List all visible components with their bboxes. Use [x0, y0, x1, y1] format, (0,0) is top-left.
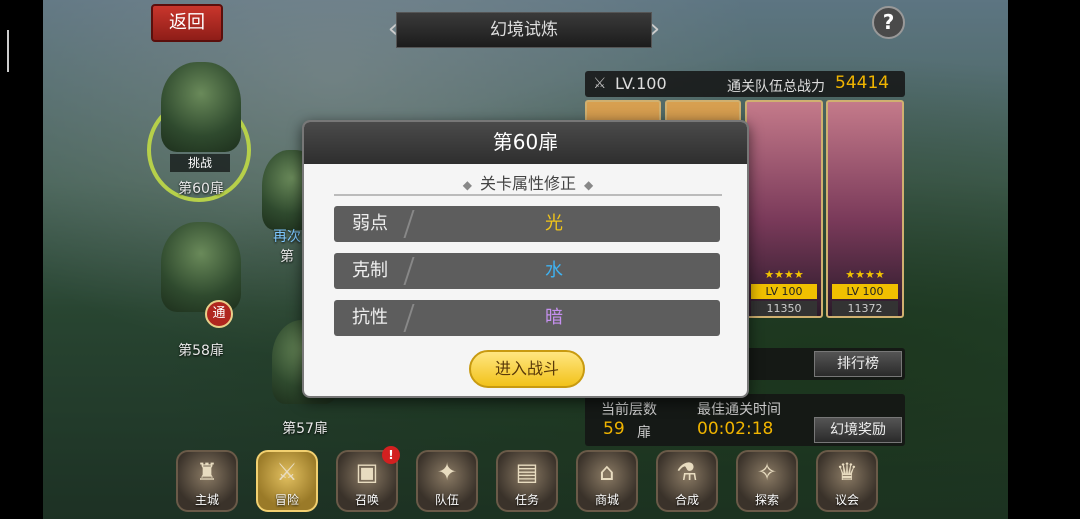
nav-council[interactable]: ♛ 议会	[816, 450, 878, 512]
nav-adventure[interactable]: ⚔ 冒险	[256, 450, 318, 512]
leaderboard-button[interactable]: 排行榜	[814, 351, 902, 377]
castle-icon: ♜	[196, 458, 218, 486]
notification-badge: !	[382, 446, 400, 464]
enter-battle-button[interactable]: 进入战斗	[469, 350, 585, 388]
nav-label: 议会	[834, 493, 859, 507]
nav-label: 商城	[594, 493, 619, 507]
best-time-label: 最佳通关时间	[697, 402, 781, 418]
dialog-title: 第60扉	[304, 122, 747, 164]
section-title: ◆ 关卡属性修正 ◆	[334, 172, 722, 196]
diamond-icon: ◆	[584, 178, 594, 192]
divider	[403, 257, 415, 285]
back-button[interactable]: 返回	[151, 4, 223, 42]
hero-card[interactable]: ★★★★ LV 100 11350	[745, 100, 823, 318]
shop-icon: ⌂	[599, 458, 615, 486]
nav-label: 主城	[194, 493, 219, 507]
reward-button[interactable]: 幻境奖励	[814, 417, 902, 443]
team-level: LV.100	[615, 74, 667, 93]
floor-value: 59	[603, 419, 625, 439]
team-power-value: 54414	[835, 73, 890, 93]
team-power-label: 通关队伍总战力	[727, 79, 825, 95]
nav-label: 召唤	[354, 493, 379, 507]
crossed-swords-icon: ⚔	[276, 458, 298, 486]
council-icon: ♛	[836, 458, 858, 486]
nav-main-city[interactable]: ♜ 主城	[176, 450, 238, 512]
nav-summon[interactable]: ▣ 召唤 !	[336, 446, 400, 512]
node-name: 第57扉	[282, 421, 328, 437]
attr-key: 克制	[352, 260, 388, 281]
node-name: 第58扉	[178, 343, 224, 359]
node-name: 第60扉	[178, 181, 224, 197]
attr-row-weakness: 弱点 光	[334, 206, 720, 242]
nav-explore[interactable]: ✧ 探索	[736, 450, 798, 512]
divider	[403, 304, 415, 332]
crossed-swords-icon: ⚔	[593, 74, 607, 92]
map-node-58[interactable]: 第58扉	[158, 222, 244, 360]
attr-key: 抗性	[352, 307, 388, 328]
challenge-tag: 挑战	[170, 154, 230, 172]
tree-tower-icon	[161, 222, 241, 312]
map-node-60[interactable]: 第60扉	[158, 62, 244, 198]
quest-book-icon: ▤	[515, 458, 539, 486]
section-title-text: 关卡属性修正	[479, 174, 576, 193]
nav-shop[interactable]: ⌂ 商城	[576, 450, 638, 512]
compass-icon: ✧	[756, 458, 778, 486]
attr-row-counter: 克制 水	[334, 253, 720, 289]
nav-craft[interactable]: ⚗ 合成	[656, 450, 718, 512]
next-arrow-icon[interactable]: ›	[640, 12, 670, 48]
nav-label: 合成	[674, 493, 699, 507]
attr-value: 暗	[545, 307, 563, 328]
attr-row-resistance: 抗性 暗	[334, 300, 720, 336]
hero-level: LV 100	[751, 284, 817, 299]
hero-card[interactable]: ★★★★ LV 100 11372	[826, 100, 904, 318]
nav-label: 任务	[514, 493, 539, 507]
diamond-icon: ◆	[462, 178, 472, 192]
floor-label: 当前层数	[601, 402, 657, 418]
hero-power: 11350	[751, 301, 817, 316]
best-time-value: 00:02:18	[697, 419, 774, 439]
star-rating: ★★★★	[764, 268, 804, 281]
star-rating: ★★★★	[845, 268, 885, 281]
hero-level: LV 100	[832, 284, 898, 299]
divider	[403, 210, 415, 238]
nav-label: 探索	[754, 493, 779, 507]
stage-info-dialog: 第60扉 ◆ 关卡属性修正 ◆ 弱点 光 克制 水 抗性 暗 进入战斗	[302, 120, 749, 398]
attr-key: 弱点	[352, 213, 388, 234]
tree-tower-icon	[161, 62, 241, 152]
attr-value: 光	[545, 213, 563, 234]
team-power-bar: ⚔ LV.100 通关队伍总战力 54414	[585, 71, 905, 97]
nav-label: 队伍	[434, 493, 459, 507]
team-crest-icon: ✦	[436, 458, 458, 486]
cleared-badge: 通	[205, 300, 233, 328]
nav-team[interactable]: ✦ 队伍	[416, 450, 478, 512]
nav-label: 冒险	[274, 493, 299, 507]
floor-unit: 扉	[637, 425, 651, 441]
hero-power: 11372	[832, 301, 898, 316]
nav-quest[interactable]: ▤ 任务	[496, 450, 558, 512]
potion-icon: ⚗	[676, 458, 698, 486]
help-button[interactable]: ?	[872, 6, 905, 39]
edge-indicator	[7, 30, 9, 72]
page-title: 幻境试炼	[396, 12, 652, 48]
attr-value: 水	[545, 260, 563, 281]
